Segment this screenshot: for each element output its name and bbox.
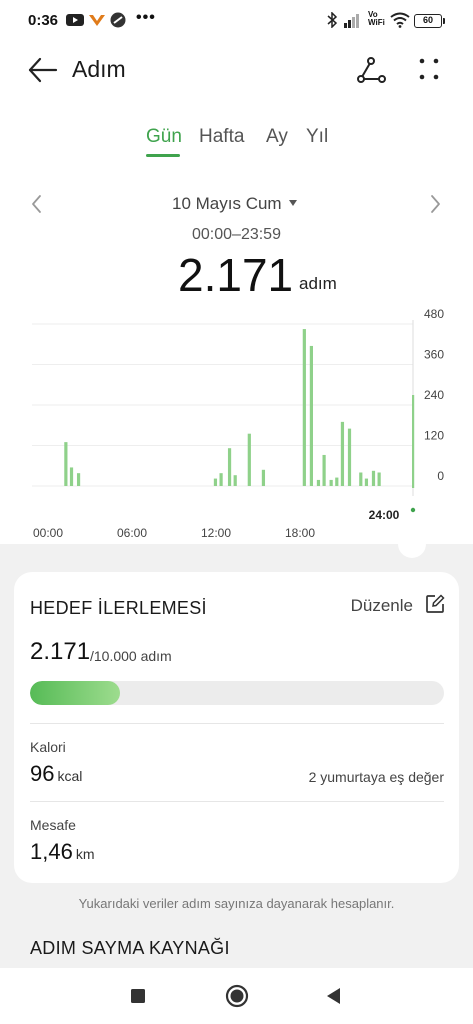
system-navigation-bar <box>0 968 473 1024</box>
chart-bar <box>302 329 306 486</box>
calories-equivalent: 2 yumurtaya eş değer <box>308 769 444 785</box>
battery-indicator: 60 <box>414 14 445 28</box>
y-tick-label: 240 <box>424 388 444 402</box>
divider <box>30 723 444 724</box>
step-source-section-title: ADIM SAYMA KAYNAĞI <box>30 938 230 958</box>
tab-month[interactable]: Ay <box>266 126 288 148</box>
data-footnote: Yukarıdaki veriler adım sayınıza dayanar… <box>78 896 395 911</box>
square-icon <box>131 989 145 1003</box>
chart-bar <box>364 478 369 486</box>
total-steps-unit: adım <box>299 274 337 293</box>
period-tabs: Gün Hafta Ay Yıl <box>0 126 473 160</box>
y-tick-label: 0 <box>437 469 444 483</box>
current-time-bar <box>412 395 415 488</box>
recents-button[interactable] <box>124 982 152 1010</box>
chevron-left-icon <box>32 195 41 213</box>
circle-icon <box>225 984 249 1008</box>
back-nav-button[interactable] <box>320 982 348 1010</box>
triangle-back-icon <box>327 988 340 1004</box>
goal-progress-fill <box>30 681 120 705</box>
chart-bar <box>377 472 381 486</box>
chart-bar <box>213 478 218 486</box>
date-label[interactable]: 10 Mayıs Cum <box>172 194 282 214</box>
signal-icon <box>344 14 359 28</box>
edit-icon[interactable] <box>425 594 445 614</box>
goal-target-steps: /10.000 adım <box>90 648 172 664</box>
calories-label: Kalori <box>30 739 66 755</box>
status-bar: 0:36 ••• Vo WiFi 60 <box>0 0 473 42</box>
total-steps-value: 2.171 <box>178 249 294 301</box>
more-notifications-indicator: ••• <box>136 9 156 26</box>
more-dots-icon <box>419 58 439 80</box>
time-range: 00:00–23:59 <box>192 226 281 243</box>
chart-bar <box>261 469 266 486</box>
bluetooth-icon <box>327 12 338 28</box>
goal-current-steps: 2.171 <box>30 638 91 665</box>
chart-bar <box>359 472 363 486</box>
distance-label: Mesafe <box>30 817 76 833</box>
chart-bar <box>329 479 333 486</box>
previous-day-button[interactable] <box>28 192 46 216</box>
vowifi-indicator: Vo WiFi <box>368 10 385 27</box>
distance-number: 1,46 <box>30 839 73 864</box>
chart-bar <box>309 345 313 486</box>
divider <box>30 801 444 802</box>
status-time: 0:36 <box>28 12 59 29</box>
home-button[interactable] <box>223 982 251 1010</box>
app-notification-icon <box>89 15 105 26</box>
y-tick-label: 480 <box>424 307 444 321</box>
route-button[interactable] <box>356 54 388 86</box>
goal-progress-card: HEDEF İLERLEMESİ Düzenle 2.171 /10.000 a… <box>14 572 459 883</box>
chart-bar <box>316 479 321 486</box>
route-icon <box>357 57 386 83</box>
chart-scrubber-notch <box>398 530 426 558</box>
x-tick-label: 06:00 <box>117 526 147 540</box>
page-title: Adım <box>72 56 126 82</box>
tab-week[interactable]: Hafta <box>199 126 244 148</box>
next-day-button[interactable] <box>426 192 444 216</box>
chart-bar <box>335 477 339 486</box>
chart-bar <box>247 433 251 486</box>
more-options-button[interactable] <box>412 54 446 86</box>
distance-unit: km <box>75 846 95 862</box>
active-tab-indicator <box>146 154 180 157</box>
chart-bar <box>227 448 232 486</box>
x-tick-label: 00:00 <box>33 526 63 540</box>
edit-goal-label[interactable]: Düzenle <box>351 596 413 616</box>
chart-bar <box>340 421 345 486</box>
chart-bar <box>233 475 237 486</box>
x-tick-end-label: 24:00 <box>369 508 400 522</box>
shazam-icon <box>110 12 126 28</box>
goal-progress-bar <box>30 681 444 705</box>
distance-value: 1,46 km <box>30 839 95 865</box>
goal-card-title: HEDEF İLERLEMESİ <box>30 598 207 618</box>
calories-number: 96 <box>30 761 55 786</box>
chart-bar <box>76 473 81 486</box>
arrow-left-icon <box>28 57 58 83</box>
youtube-icon <box>66 14 84 26</box>
steps-chart[interactable]: 480 360 240 120 0 00:00 06:00 12:00 18:00 24:00 <box>0 300 473 550</box>
tab-day[interactable]: Gün <box>146 126 182 148</box>
y-tick-label: 360 <box>424 348 444 362</box>
chevron-right-icon <box>431 195 440 213</box>
chart-bar <box>322 454 326 486</box>
chart-bar <box>69 467 74 486</box>
y-tick-label: 120 <box>424 429 444 443</box>
x-tick-label: 12:00 <box>201 526 231 540</box>
calories-value: 96 kcal <box>30 761 82 787</box>
chart-bar <box>219 473 223 486</box>
chart-bar <box>347 428 352 486</box>
tab-year[interactable]: Yıl <box>306 126 328 148</box>
calories-unit: kcal <box>57 768 83 784</box>
caret-down-icon[interactable] <box>288 198 298 208</box>
chart-bar <box>64 442 68 486</box>
chart-bar <box>371 470 376 486</box>
current-time-dot <box>410 507 416 513</box>
wifi-icon <box>390 12 410 28</box>
x-tick-label: 18:00 <box>285 526 315 540</box>
back-button[interactable] <box>26 54 60 86</box>
